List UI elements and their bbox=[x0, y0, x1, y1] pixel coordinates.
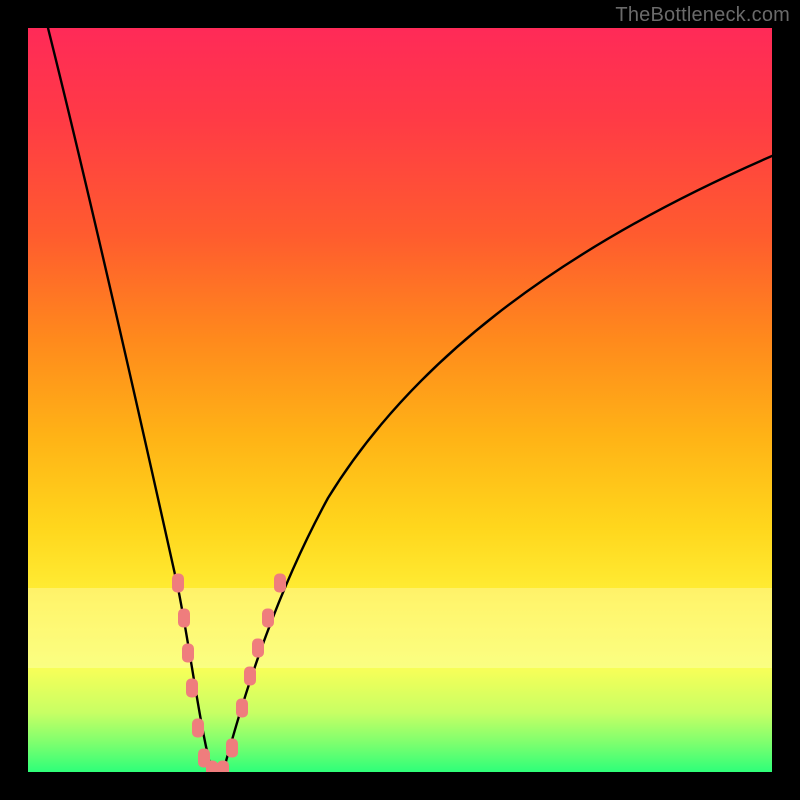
watermark: TheBottleneck.com bbox=[615, 4, 790, 27]
bottleneck-gradient-background bbox=[28, 28, 772, 772]
chart-frame bbox=[28, 28, 772, 772]
plot-area bbox=[28, 28, 772, 772]
